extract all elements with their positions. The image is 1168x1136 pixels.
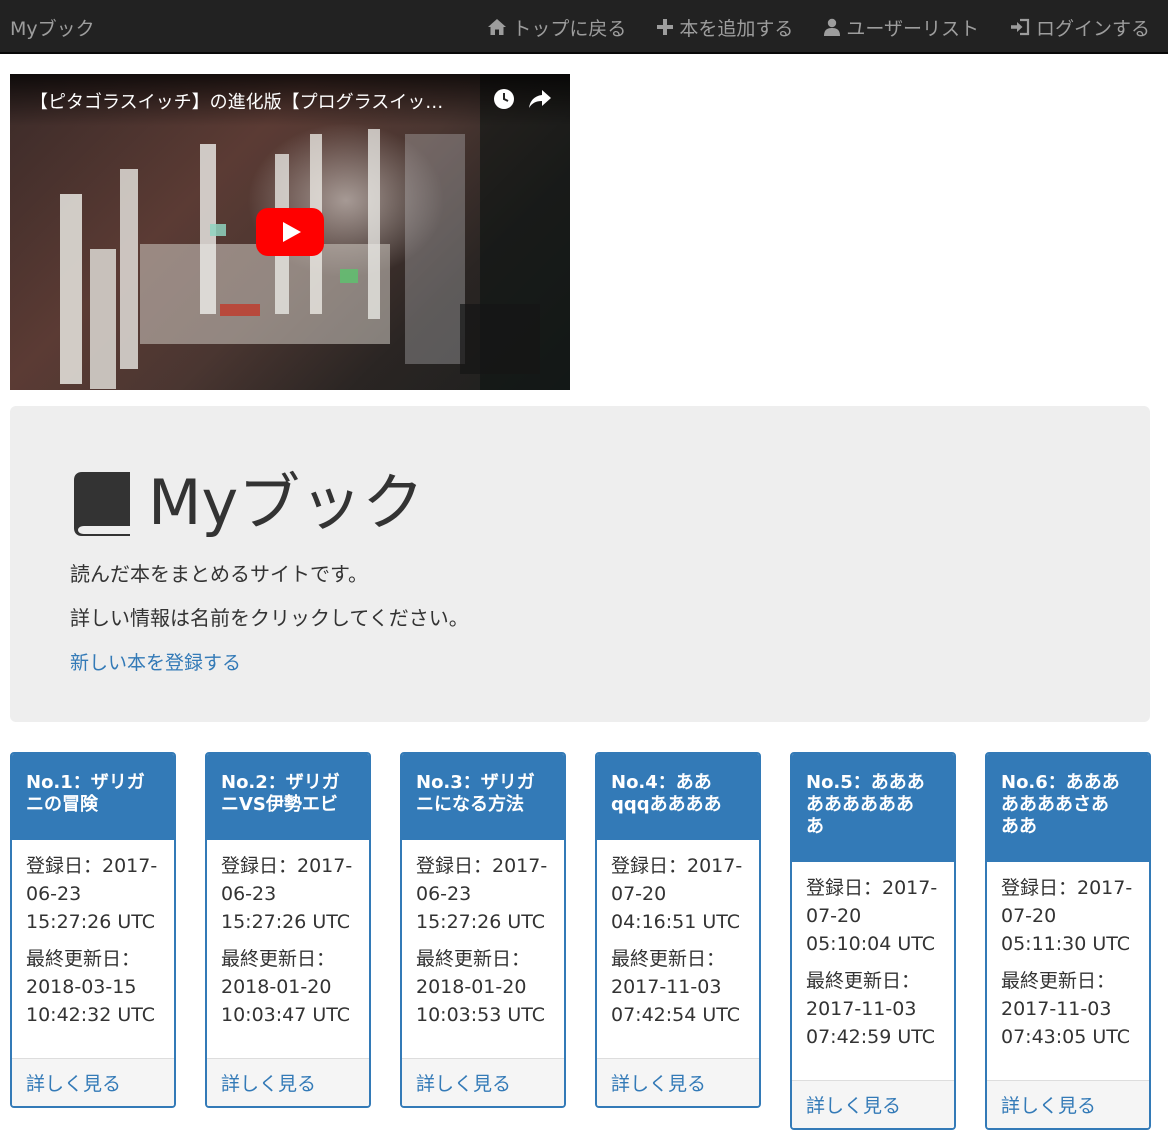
updated-date: 2017-11-03 (806, 998, 917, 1020)
view-details-link[interactable]: 詳しく見る (987, 1080, 1149, 1128)
nav-item-label: ログインする (1035, 17, 1150, 40)
updated-date: 2018-03-15 (26, 976, 137, 998)
created-date-label: 登録日：2017- (611, 855, 743, 877)
clock-icon[interactable] (493, 88, 515, 110)
home-icon (488, 19, 507, 35)
updated-time: 10:03:47 UTC (221, 1004, 351, 1026)
video-title[interactable]: 【ピタゴラスイッチ】の進化版【プログラスイッ… (30, 88, 443, 114)
updated-date-label: 最終更新日： (416, 948, 531, 970)
updated-time: 07:42:54 UTC (611, 1004, 741, 1026)
navbar-brand[interactable]: Myブック (10, 14, 95, 41)
book-card: No.5：あああ ああああああ あ 登録日：2017- 07-20 05:10:… (790, 752, 956, 1130)
nav-item-label: トップに戻る (512, 17, 627, 40)
created-date: 06-23 (26, 883, 82, 905)
updated-time: 10:42:32 UTC (26, 1004, 156, 1026)
register-new-book-link[interactable]: 新しい本を登録する (70, 648, 241, 675)
created-date: 06-23 (221, 883, 277, 905)
created-time: 04:16:51 UTC (611, 911, 741, 933)
created-date-label: 登録日：2017- (806, 877, 938, 899)
book-card-title[interactable]: No.5：あああ ああああああ あ (792, 754, 954, 862)
book-card-body: 登録日：2017- 06-23 15:27:26 UTC 最終更新日： 2018… (207, 840, 369, 1058)
created-time: 15:27:26 UTC (26, 911, 156, 933)
youtube-video-embed[interactable]: 【ピタゴラスイッチ】の進化版【プログラスイッ… (10, 74, 570, 390)
created-date: 06-23 (416, 883, 472, 905)
created-time: 05:11:30 UTC (1001, 933, 1131, 955)
page-title: Myブック (72, 470, 424, 536)
book-card-title[interactable]: No.2：ザリガ ニVS伊勢エビ (207, 754, 369, 840)
view-details-link[interactable]: 詳しく見る (792, 1080, 954, 1128)
book-card: No.2：ザリガ ニVS伊勢エビ 登録日：2017- 06-23 15:27:2… (205, 752, 371, 1108)
book-card: No.6：あああ ああああさあ ああ 登録日：2017- 07-20 05:11… (985, 752, 1151, 1130)
book-card-title[interactable]: No.4：ああ qqqああああ (597, 754, 759, 840)
updated-time: 07:43:05 UTC (1001, 1026, 1131, 1048)
book-card-body: 登録日：2017- 07-20 05:11:30 UTC 最終更新日： 2017… (987, 862, 1149, 1080)
nav-item-top[interactable]: トップに戻る (487, 14, 626, 41)
updated-date: 2018-01-20 (416, 976, 527, 998)
created-time: 05:10:04 UTC (806, 933, 936, 955)
updated-date: 2017-11-03 (1001, 998, 1112, 1020)
book-card-body: 登録日：2017- 06-23 15:27:26 UTC 最終更新日： 2018… (402, 840, 564, 1058)
nav-item-user-list[interactable]: ユーザーリスト (823, 14, 979, 41)
created-date-label: 登録日：2017- (1001, 877, 1133, 899)
navbar-menu: トップに戻る 本を追加する ユーザーリスト ログインする (457, 0, 1150, 54)
book-card: No.3：ザリガ ニになる方法 登録日：2017- 06-23 15:27:26… (400, 752, 566, 1108)
book-icon (74, 472, 130, 536)
book-card-title[interactable]: No.1：ザリガ ニの冒険 (12, 754, 174, 840)
view-details-link[interactable]: 詳しく見る (207, 1058, 369, 1106)
nav-item-login[interactable]: ログインする (1009, 14, 1150, 41)
view-details-link[interactable]: 詳しく見る (597, 1058, 759, 1106)
site-instruction: 詳しい情報は名前をクリックしてください。 (70, 606, 469, 630)
updated-time: 07:42:59 UTC (806, 1026, 936, 1048)
created-time: 15:27:26 UTC (221, 911, 351, 933)
view-details-link[interactable]: 詳しく見る (12, 1058, 174, 1106)
created-date: 07-20 (611, 883, 667, 905)
created-date: 07-20 (806, 905, 862, 927)
user-icon (824, 18, 841, 36)
book-card-title[interactable]: No.3：ザリガ ニになる方法 (402, 754, 564, 840)
created-date-label: 登録日：2017- (221, 855, 353, 877)
created-date-label: 登録日：2017- (26, 855, 158, 877)
share-icon[interactable] (528, 88, 552, 110)
book-card-title[interactable]: No.6：あああ ああああさあ ああ (987, 754, 1149, 862)
updated-date-label: 最終更新日： (611, 948, 726, 970)
page-title-text: Myブック (148, 466, 425, 539)
book-card: No.1：ザリガ ニの冒険 登録日：2017- 06-23 15:27:26 U… (10, 752, 176, 1108)
updated-date-label: 最終更新日： (26, 948, 141, 970)
nav-item-add-book[interactable]: 本を追加する (656, 14, 793, 41)
book-card-body: 登録日：2017- 07-20 05:10:04 UTC 最終更新日： 2017… (792, 862, 954, 1080)
nav-item-label: ユーザーリスト (846, 17, 979, 40)
updated-time: 10:03:53 UTC (416, 1004, 546, 1026)
book-card: No.4：ああ qqqああああ 登録日：2017- 07-20 04:16:51… (595, 752, 761, 1108)
updated-date-label: 最終更新日： (806, 970, 921, 992)
log-in-icon (1010, 18, 1030, 36)
youtube-play-icon[interactable] (256, 208, 324, 256)
updated-date: 2018-01-20 (221, 976, 332, 998)
updated-date-label: 最終更新日： (1001, 970, 1116, 992)
updated-date: 2017-11-03 (611, 976, 722, 998)
site-description: 読んだ本をまとめるサイトです。 (70, 562, 368, 586)
nav-item-label: 本を追加する (679, 17, 794, 40)
navbar: Myブック トップに戻る 本を追加する ユーザーリスト ログインする (0, 0, 1168, 54)
jumbotron: Myブック 読んだ本をまとめるサイトです。 詳しい情報は名前をクリックしてくださ… (10, 406, 1150, 722)
created-date-label: 登録日：2017- (416, 855, 548, 877)
book-card-body: 登録日：2017- 06-23 15:27:26 UTC 最終更新日： 2018… (12, 840, 174, 1058)
view-details-link[interactable]: 詳しく見る (402, 1058, 564, 1106)
book-card-body: 登録日：2017- 07-20 04:16:51 UTC 最終更新日： 2017… (597, 840, 759, 1058)
plus-icon (657, 19, 674, 35)
created-date: 07-20 (1001, 905, 1057, 927)
updated-date-label: 最終更新日： (221, 948, 336, 970)
created-time: 15:27:26 UTC (416, 911, 546, 933)
